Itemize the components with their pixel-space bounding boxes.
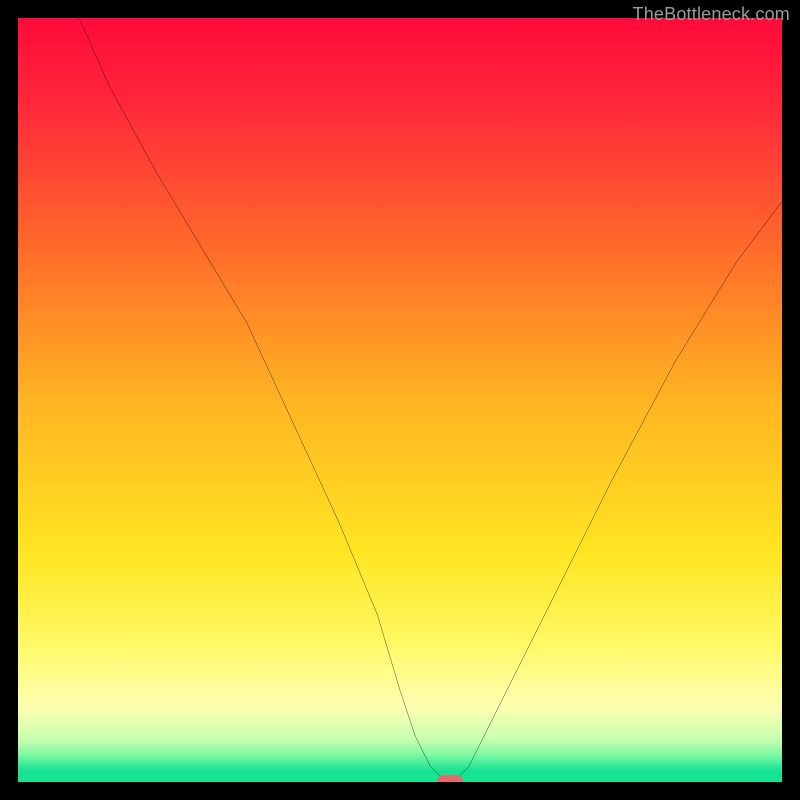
optimum-marker-icon bbox=[437, 775, 463, 782]
chart-stage: TheBottleneck.com bbox=[0, 0, 800, 800]
watermark-text: TheBottleneck.com bbox=[633, 4, 790, 25]
plot-area bbox=[18, 18, 782, 782]
gradient-background bbox=[18, 18, 782, 782]
